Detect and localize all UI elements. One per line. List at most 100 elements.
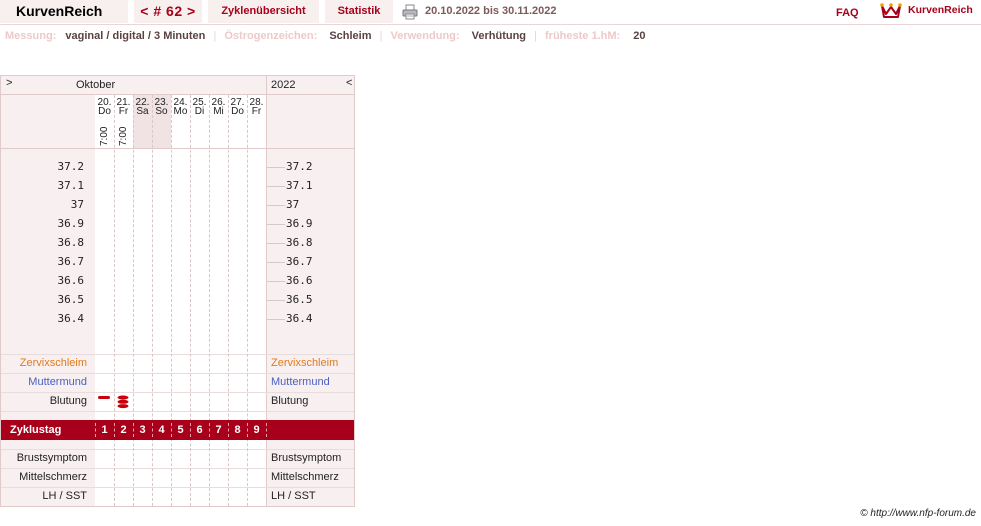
day-header: 23. So [154, 97, 169, 117]
cervix-label: Muttermund [28, 376, 87, 388]
cervix-label-right: Muttermund [271, 376, 330, 388]
temp-gridline [267, 281, 285, 282]
day-gridline [114, 95, 115, 506]
divider [133, 423, 134, 437]
temp-scale-right: 37 [286, 198, 300, 211]
divider [190, 423, 191, 437]
day-header: 26. Mi [211, 97, 226, 117]
divider [1, 373, 354, 374]
temp-gridline [267, 224, 285, 225]
divider [247, 423, 248, 437]
temp-gridline [267, 186, 285, 187]
separator: | [379, 30, 383, 42]
divider [1, 148, 354, 149]
divider [209, 423, 210, 437]
temp-scale-right: 36.8 [286, 236, 313, 249]
earliest-hm-value: 20 [633, 30, 646, 42]
month-header: > Oktober 2022 < [1, 76, 354, 95]
printer-icon[interactable] [402, 4, 418, 20]
bleeding-marker-heavy[interactable] [117, 395, 130, 409]
day-gridline [209, 95, 210, 506]
cycle-settings-line: Messung: vaginal / digital / 3 Minuten |… [5, 30, 646, 42]
lh-test-label: LH / SST [42, 490, 87, 502]
day-header: 24. Mo [173, 97, 188, 117]
divider [1, 354, 354, 355]
divider [1, 392, 354, 393]
bleeding-marker-light[interactable] [98, 395, 111, 401]
cycle-day-label: Zyklustag [10, 424, 62, 436]
day-gridline [228, 95, 229, 506]
day-header: 28. Fr [249, 97, 264, 117]
day-header: 21. Fr [116, 97, 131, 117]
temp-scale-left: 37 [70, 198, 84, 211]
temp-scale-left: 36.9 [57, 217, 85, 230]
cycle-day-number: 2 [120, 424, 127, 436]
divider [1, 449, 354, 450]
measurement-label: Messung: [5, 30, 57, 42]
temp-gridline [267, 243, 285, 244]
separator: | [534, 30, 537, 42]
temp-gridline [267, 262, 285, 263]
cycle-day-number: 1 [101, 424, 108, 436]
cervical-mucus-label: Zervixschleim [19, 357, 87, 369]
cycle-day-row: Zyklustag 1 2 3 4 5 6 7 8 9 [1, 420, 354, 440]
divider [1, 487, 354, 488]
temp-scale-right: 37.2 [286, 160, 313, 173]
copyright[interactable]: © http://www.nfp-forum.de [860, 508, 976, 519]
cycle-navigation[interactable]: < # 62 > [134, 0, 202, 23]
next-button[interactable]: < [346, 74, 352, 92]
temp-scale-right: 36.6 [286, 274, 313, 287]
separator: | [213, 30, 217, 42]
cycle-day-number: 4 [158, 424, 165, 436]
measurement-time: 7:00 [99, 126, 110, 146]
temp-scale-left: 37.1 [57, 179, 85, 192]
usage-value: Verhütung [471, 30, 527, 42]
day-gridline [133, 95, 134, 506]
divider [228, 423, 229, 437]
cycle-chart: > Oktober 2022 < 20. Do 21. Fr 22. Sa 23. So… [0, 75, 355, 507]
mittelschmerz-label-right: Mittelschmerz [271, 471, 339, 483]
divider [114, 423, 115, 437]
mittelschmerz-label: Mittelschmerz [19, 471, 87, 483]
earliest-hm-label: früheste 1.hM: [545, 30, 621, 42]
breast-symptom-label-right: Brustsymptom [271, 452, 342, 464]
day-gridline [247, 95, 248, 506]
date-range: 20.10.2022 bis 30.11.2022 [425, 5, 557, 17]
top-bar: KurvenReich < # 62 > Zyklenübersicht Sta… [0, 0, 981, 25]
temp-scale-left: 36.5 [57, 293, 85, 306]
divider [152, 423, 153, 437]
cycle-overview-link[interactable]: Zyklenübersicht [208, 0, 319, 23]
lh-test-label-right: LH / SST [271, 490, 316, 502]
temp-scale-right: 36.5 [286, 293, 313, 306]
temp-scale-left: 37.2 [57, 160, 85, 173]
estrogen-label: Östrogenzeichen: [224, 30, 318, 42]
measurement-time: 7:00 [118, 126, 129, 146]
cycle-day-number: 9 [253, 424, 260, 436]
divider [95, 423, 96, 437]
temp-scale-left: 36.4 [57, 312, 85, 325]
day-gridline [171, 95, 172, 506]
cycle-day-number: 8 [234, 424, 241, 436]
usage-label: Verwendung: [390, 30, 460, 42]
cervical-mucus-label-right: Zervixschleim [271, 357, 339, 369]
cycle-day-number: 7 [215, 424, 222, 436]
temp-gridline [267, 300, 285, 301]
previous-button[interactable]: > [6, 74, 12, 92]
temp-scale-right: 36.7 [286, 255, 313, 268]
divider [1, 468, 354, 469]
temp-scale-right: 37.1 [286, 179, 313, 192]
app-title[interactable]: KurvenReich [0, 0, 128, 23]
bleeding-label-right: Blutung [271, 395, 309, 407]
temp-scale-right: 36.4 [286, 312, 313, 325]
bleeding-label: Blutung [49, 395, 87, 407]
crown-icon[interactable] [880, 2, 902, 19]
day-header: 22. Sa [135, 97, 150, 117]
divider [266, 423, 267, 437]
cycle-day-number: 6 [196, 424, 203, 436]
temp-gridline [267, 167, 285, 168]
measurement-value: vaginal / digital / 3 Minuten [65, 30, 206, 42]
cycle-day-number: 5 [177, 424, 184, 436]
logo-text[interactable]: KurvenReich [908, 0, 973, 21]
faq-link[interactable]: FAQ [836, 2, 859, 25]
statistics-link[interactable]: Statistik [325, 0, 393, 23]
